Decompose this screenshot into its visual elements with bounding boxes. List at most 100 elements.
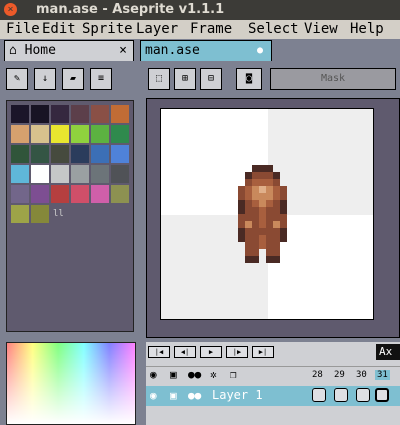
palette-swatch[interactable] xyxy=(31,125,49,143)
palette-swatch[interactable] xyxy=(51,145,69,163)
sprite-pixel xyxy=(273,186,280,193)
close-window-icon[interactable]: × xyxy=(4,3,17,16)
sprite-pixel xyxy=(252,214,259,221)
cel-frame-28[interactable] xyxy=(312,388,326,402)
palette-swatch[interactable] xyxy=(31,105,49,123)
palette-swatch[interactable] xyxy=(91,125,109,143)
palette-swatch[interactable] xyxy=(31,145,49,163)
layer-name[interactable]: Layer 1 xyxy=(212,388,263,402)
palette-swatch[interactable] xyxy=(11,105,29,123)
palette-swatch[interactable] xyxy=(11,125,29,143)
frame-number-active[interactable]: 31 xyxy=(375,370,390,380)
palette-swatch[interactable] xyxy=(71,145,89,163)
next-frame-button[interactable]: |▶ xyxy=(226,346,248,358)
tab-home[interactable]: ⌂ Home × xyxy=(4,40,134,61)
sprite-pixel xyxy=(280,207,287,214)
frame-number[interactable]: 28 xyxy=(312,370,323,380)
palette-swatch[interactable] xyxy=(11,165,29,183)
palette-swatch[interactable] xyxy=(111,145,129,163)
frame-number[interactable]: 29 xyxy=(334,370,345,380)
menu-help[interactable]: Help xyxy=(350,20,384,39)
menu-layer[interactable]: Layer xyxy=(136,20,178,39)
selection-add-icon: ⊞ xyxy=(181,73,189,84)
first-frame-button[interactable]: |◀ xyxy=(148,346,170,358)
palette-swatch[interactable] xyxy=(91,165,109,183)
cel-frame-30[interactable] xyxy=(356,388,370,402)
folder-icon: ▰ xyxy=(69,73,77,84)
arrow-down-icon: ↓ xyxy=(41,73,49,84)
palette-swatch[interactable] xyxy=(31,185,49,203)
palette-swatch[interactable] xyxy=(11,205,29,223)
palette-swatch[interactable] xyxy=(51,185,69,203)
palette-swatch[interactable] xyxy=(111,185,129,203)
palette-swatch[interactable] xyxy=(31,205,49,223)
frame-number[interactable]: 30 xyxy=(356,370,367,380)
menu-select[interactable]: Select xyxy=(248,20,299,39)
palette-swatch[interactable] xyxy=(91,105,109,123)
sprite-pixel xyxy=(238,221,245,228)
palette-swatch[interactable] xyxy=(111,165,129,183)
palette-swatch[interactable] xyxy=(51,165,69,183)
mask-color-button[interactable]: Mask xyxy=(270,68,396,90)
play-button[interactable]: ▶ xyxy=(200,346,222,358)
palette-swatch[interactable] xyxy=(91,185,109,203)
palette-swatch[interactable] xyxy=(71,185,89,203)
palette-swatch[interactable] xyxy=(111,125,129,143)
palette-swatch[interactable] xyxy=(71,165,89,183)
sprite-canvas[interactable] xyxy=(160,108,374,320)
sprite-pixel xyxy=(245,235,252,242)
gear-icon[interactable]: ✲ xyxy=(210,368,217,382)
eye-icon[interactable]: ◉ xyxy=(150,389,157,403)
menu-view[interactable]: View xyxy=(304,20,338,39)
sprite-pixel xyxy=(273,207,280,214)
palette-swatch[interactable] xyxy=(51,105,69,123)
sprite-pixel xyxy=(273,200,280,207)
lock-icon[interactable]: ▣ xyxy=(170,389,177,403)
sprite-pixel xyxy=(252,235,259,242)
palette-swatch[interactable] xyxy=(11,145,29,163)
onion-skin-icon[interactable]: ❐ xyxy=(230,368,237,382)
palette-swatch[interactable] xyxy=(51,125,69,143)
modified-dot-icon: ● xyxy=(256,45,263,56)
sprite-pixel xyxy=(273,249,280,256)
selection-replace-button[interactable]: ⬚ xyxy=(148,68,170,90)
sprite-pixel xyxy=(238,235,245,242)
sprite-pixel xyxy=(280,193,287,200)
cel-frame-29[interactable] xyxy=(334,388,348,402)
menu-edit[interactable]: Edit xyxy=(42,20,76,39)
tab-man-ase[interactable]: man.ase ● xyxy=(140,40,272,61)
palette-sort-button[interactable]: ↓ xyxy=(34,68,56,90)
close-tab-icon[interactable]: × xyxy=(119,41,127,60)
palette-swatch[interactable] xyxy=(31,165,49,183)
selection-add-button[interactable]: ⊞ xyxy=(174,68,196,90)
sprite-pixel xyxy=(273,242,280,249)
sprite-pixel xyxy=(252,256,259,263)
sprite-pixel xyxy=(252,207,259,214)
menu-file[interactable]: File xyxy=(6,20,40,39)
palette-swatch[interactable] xyxy=(71,105,89,123)
previous-frame-button[interactable]: ◀| xyxy=(174,346,196,358)
palette-swatch[interactable] xyxy=(91,145,109,163)
palette-swatch[interactable] xyxy=(111,105,129,123)
color-spectrum[interactable] xyxy=(6,342,136,425)
palette-swatch[interactable] xyxy=(71,125,89,143)
palette-swatch[interactable] xyxy=(11,185,29,203)
sprite-pixel xyxy=(266,172,273,179)
palette-resize-handle[interactable]: ll xyxy=(53,209,64,219)
last-frame-button[interactable]: ▶| xyxy=(252,346,274,358)
sprite-pixel xyxy=(238,186,245,193)
sprite-pixel xyxy=(252,242,259,249)
cel-frame-31[interactable] xyxy=(375,388,389,402)
continuous-icon[interactable]: ●● xyxy=(188,389,201,403)
tooltip: Ax xyxy=(376,344,400,360)
palette-edit-button[interactable]: ✎ xyxy=(6,68,28,90)
selection-subtract-button[interactable]: ⊟ xyxy=(200,68,222,90)
sprite-pixel xyxy=(245,207,252,214)
palette-presets-button[interactable]: ▰ xyxy=(62,68,84,90)
menu-frame[interactable]: Frame xyxy=(190,20,232,39)
pivot-button[interactable]: ◙ xyxy=(236,68,262,90)
palette-options-button[interactable]: ≡ xyxy=(90,68,112,90)
sprite-pixel xyxy=(245,242,252,249)
sprite-pixel xyxy=(273,179,280,186)
menu-sprite[interactable]: Sprite xyxy=(82,20,133,39)
